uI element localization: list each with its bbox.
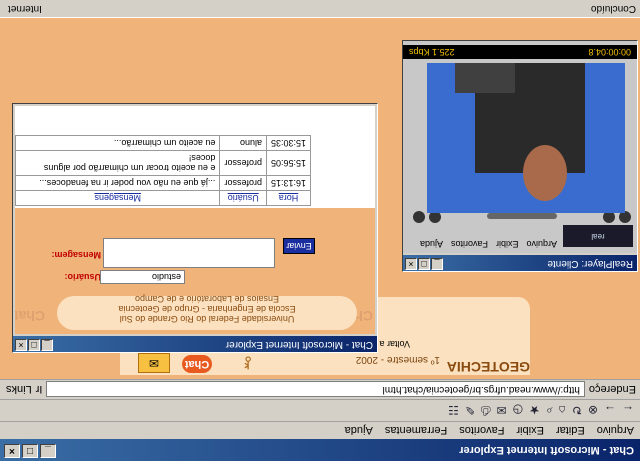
cell-hora: 15:30:35 xyxy=(266,135,311,151)
search-icon[interactable]: ⌕ xyxy=(546,403,553,418)
favorites-icon[interactable]: ★ xyxy=(529,404,540,418)
cell-usuario: aluno xyxy=(219,135,267,151)
cell-mensagem: eu aceito um chimarrão... xyxy=(15,135,220,151)
status-left: Concluído xyxy=(590,3,636,14)
cell-usuario: professor xyxy=(219,175,267,191)
volume-slider[interactable] xyxy=(487,213,557,219)
menu-item-ajuda[interactable]: Ajuda xyxy=(345,425,373,437)
address-label: Endereço xyxy=(588,383,636,396)
menu-item-ferramentas[interactable]: Ferramentas xyxy=(385,425,447,437)
browser-title-bar: Chat - Microsoft Internet Explorer _ □ × xyxy=(0,439,640,461)
browser-title: Chat - Microsoft Internet Explorer xyxy=(459,444,634,456)
player-minimize-button[interactable]: _ xyxy=(431,258,443,270)
print-icon[interactable]: ⎙ xyxy=(481,403,491,418)
chat-title-bar: Chat - Microsoft Internet Explorer _ □ × xyxy=(13,336,377,352)
menu-item-exibir[interactable]: Exibir xyxy=(516,425,544,437)
player-status-bar: 00:00:04.8 225.1 Kbps xyxy=(403,45,637,59)
page-content: GEOTECHIA 1º semestre - 2002 ⚷ Chat ✉ Vo… xyxy=(0,18,640,379)
player-time: 00:00:04.8 xyxy=(588,47,631,57)
table-header-row: Hora Usuário Mensagens xyxy=(15,190,311,206)
chat-close-button[interactable]: × xyxy=(15,339,27,351)
player-menu-arquivo[interactable]: Arquivo xyxy=(526,239,557,249)
history-icon[interactable]: ◷ xyxy=(513,404,523,418)
key-icon[interactable]: ⚷ xyxy=(230,354,254,373)
home-icon[interactable]: ⌂ xyxy=(559,404,566,418)
video-image xyxy=(427,63,625,213)
edit-icon[interactable]: ✎ xyxy=(465,404,475,418)
table-row: 16:13:15 professor ...já que eu não vou … xyxy=(15,175,311,191)
links-button[interactable]: Links xyxy=(0,384,32,396)
chat-window: Chat - Microsoft Internet Explorer _ □ ×… xyxy=(12,103,378,353)
chat-maximize-button[interactable]: □ xyxy=(28,339,40,351)
messages-area: Hora Usuário Mensagens 16:13:15 professo… xyxy=(15,106,375,208)
browser-toolbar: ← → ⊗ ↻ ⌂ ⌕ ★ ◷ ✉ ⎙ ✎ ☷ xyxy=(0,399,640,421)
player-menu-ajuda[interactable]: Ajuda xyxy=(420,239,443,249)
table-row: 15:30:35 aluno eu aceito um chimarrão... xyxy=(15,135,311,151)
refresh-icon[interactable]: ↻ xyxy=(572,404,582,418)
col-mensagens[interactable]: Mensagens xyxy=(15,190,220,206)
usuario-input[interactable]: estudio xyxy=(100,270,185,284)
messages-table: Hora Usuário Mensagens 16:13:15 professo… xyxy=(15,135,311,206)
cell-mensagem: e eu aceito trocar um chimarrão por algu… xyxy=(15,150,220,176)
banner-line-3: Ensaios de Laboratório e de Campo xyxy=(134,294,280,304)
status-right: Internet xyxy=(8,3,42,14)
player-menu: Arquivo Exibir Favoritos Ajuda xyxy=(420,239,557,249)
address-bar: Endereço http://www.nead.ufrgs.br/geotec… xyxy=(0,379,640,399)
menu-item-favoritos[interactable]: Favoritos xyxy=(459,425,504,437)
cell-hora: 15:56:05 xyxy=(266,150,311,176)
player-menu-favoritos[interactable]: Favoritos xyxy=(451,239,488,249)
player-maximize-button[interactable]: □ xyxy=(418,258,430,270)
mensagem-input[interactable] xyxy=(103,238,275,268)
usuario-label: Usuário: xyxy=(64,272,101,282)
banner-line-1: Universidade Federal do Rio Grande do Su… xyxy=(119,314,295,324)
player-title-bar: RealPlayer: Cliente _ □ × xyxy=(403,255,637,271)
minimize-button[interactable]: _ xyxy=(40,444,56,458)
chat-minimize-button[interactable]: _ xyxy=(41,339,53,351)
address-input[interactable]: http://www.nead.ufrgs.br/geotecnia/chat.… xyxy=(46,381,585,398)
geotecnia-logo: GEOTECHIA xyxy=(446,359,530,375)
table-row: 15:56:05 professor e eu aceito trocar um… xyxy=(15,150,311,176)
col-usuario[interactable]: Usuário xyxy=(219,190,267,206)
maximize-button[interactable]: □ xyxy=(22,444,38,458)
back-icon[interactable]: ← xyxy=(622,404,634,418)
rewind-button[interactable] xyxy=(413,211,425,223)
chat-page: Chat Universidade Federal do Rio Grande … xyxy=(15,106,375,334)
chat-header: Chat Universidade Federal do Rio Grande … xyxy=(15,290,375,334)
menu-item-arquivo[interactable]: Arquivo xyxy=(597,425,634,437)
close-button[interactable]: × xyxy=(4,444,20,458)
chat-side-label-right: Chat xyxy=(15,308,45,324)
browser-menu-bar: Arquivo Editar Exibir Favoritos Ferramen… xyxy=(0,421,640,439)
cell-usuario: professor xyxy=(219,150,267,176)
player-close-button[interactable]: × xyxy=(405,258,417,270)
video-frame xyxy=(427,63,625,213)
browser-status-bar: Concluído Internet xyxy=(0,0,640,18)
player-menu-exibir[interactable]: Exibir xyxy=(496,239,519,249)
discuss-icon[interactable]: ☷ xyxy=(448,404,459,418)
banner-line-2: Escola de Engenharia - Grupo de Geotecni… xyxy=(118,304,296,314)
chat-nav-button[interactable]: Chat xyxy=(182,355,212,373)
player-bitrate: 225.1 Kbps xyxy=(409,47,455,57)
enviar-button[interactable]: Enviar xyxy=(283,238,315,254)
cell-hora: 16:13:15 xyxy=(266,175,311,191)
semester-label: 1º semestre - 2002 xyxy=(355,354,440,365)
realplayer-window: RealPlayer: Cliente _ □ × real Arquivo E… xyxy=(402,40,638,272)
rotated-screen: Chat - Microsoft Internet Explorer _ □ ×… xyxy=(0,0,640,461)
cell-mensagem: ...já que eu não vou poder ir na fenadoc… xyxy=(15,175,220,191)
mail-nav-icon[interactable]: ✉ xyxy=(138,353,170,373)
player-body: real Arquivo Exibir Favoritos Ajuda 00:0… xyxy=(403,41,637,253)
menu-item-editar[interactable]: Editar xyxy=(556,425,585,437)
stop-icon[interactable]: ⊗ xyxy=(588,404,598,418)
go-button[interactable]: Ir xyxy=(36,384,43,396)
col-hora[interactable]: Hora xyxy=(266,190,311,206)
chat-window-title: Chat - Microsoft Internet Explorer xyxy=(225,339,373,350)
forward-icon[interactable]: → xyxy=(604,404,616,418)
chat-form: Usuário: estudio Mensagem: Enviar xyxy=(15,208,375,290)
real-logo: real xyxy=(563,225,633,247)
mensagem-label: Mensagem: xyxy=(51,250,101,260)
university-banner: Universidade Federal do Rio Grande do Su… xyxy=(57,294,357,330)
mail-icon[interactable]: ✉ xyxy=(497,404,507,418)
player-title: RealPlayer: Cliente xyxy=(547,258,633,269)
